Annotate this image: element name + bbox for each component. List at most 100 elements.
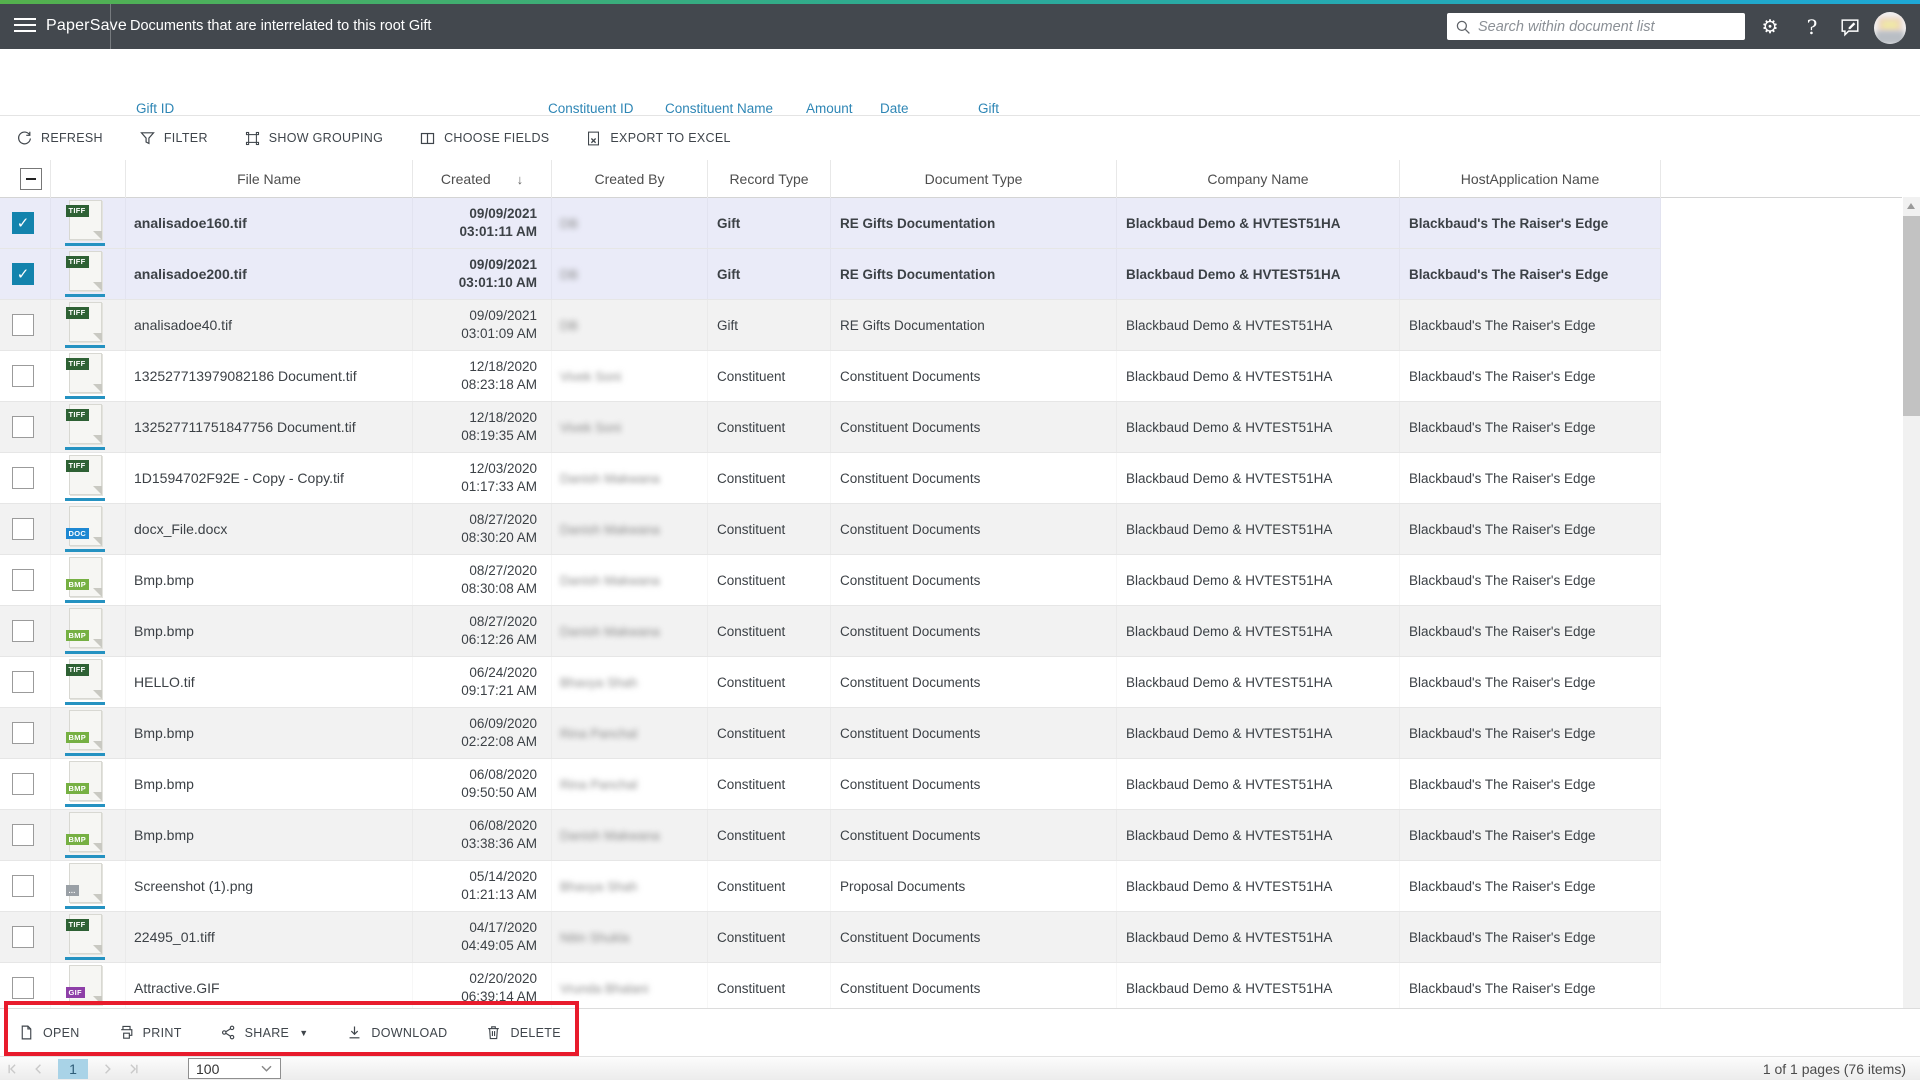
table-row[interactable]: ✓ TIFF analisadoe200.tif 09/09/2021 03:01:10… bbox=[0, 249, 1661, 300]
row-checkbox[interactable] bbox=[12, 926, 34, 948]
row-checkbox[interactable] bbox=[12, 824, 34, 846]
row-checkbox[interactable] bbox=[12, 416, 34, 438]
avatar[interactable] bbox=[1874, 12, 1906, 44]
file-type-icon-generic[interactable]: ... bbox=[65, 863, 105, 909]
show-grouping-button[interactable]: SHOW GROUPING bbox=[244, 130, 383, 147]
table-row[interactable]: TIFF 22495_01.tiff 04/17/2020 04:49:05 AM Ni… bbox=[0, 912, 1661, 963]
download-button[interactable]: DOWNLOAD bbox=[346, 1024, 447, 1041]
file-icon-underline bbox=[65, 957, 105, 960]
page-size-select[interactable]: 100 bbox=[188, 1058, 281, 1079]
help-icon[interactable]: ? bbox=[1800, 15, 1824, 39]
column-header-host-application-name[interactable]: HostApplication Name bbox=[1400, 160, 1661, 198]
next-page-button[interactable] bbox=[94, 1059, 120, 1079]
file-type-icon-bmp[interactable]: BMP bbox=[65, 557, 105, 603]
table-row[interactable]: BMP Bmp.bmp 06/09/2020 02:22:08 AM Rina Panc… bbox=[0, 708, 1661, 759]
record-type: Constituent bbox=[717, 674, 786, 690]
print-button[interactable]: PRINT bbox=[118, 1024, 182, 1041]
prev-page-button[interactable] bbox=[26, 1059, 52, 1079]
filter-button[interactable]: FILTER bbox=[139, 130, 208, 147]
table-row[interactable]: BMP Bmp.bmp 08/27/2020 06:12:26 AM Danish Ma… bbox=[0, 606, 1661, 657]
column-header-company-name[interactable]: Company Name bbox=[1117, 160, 1400, 198]
field-label: Gift ID bbox=[136, 101, 175, 116]
row-checkbox[interactable] bbox=[12, 569, 34, 591]
row-checkbox[interactable] bbox=[12, 314, 34, 336]
scrollbar-thumb[interactable] bbox=[1903, 216, 1920, 416]
feedback-icon[interactable] bbox=[1838, 15, 1862, 39]
host-application-name: Blackbaud's The Raiser's Edge bbox=[1409, 317, 1596, 333]
row-checkbox[interactable] bbox=[12, 365, 34, 387]
row-checkbox[interactable]: ✓ bbox=[12, 263, 34, 285]
table-row[interactable]: TIFF analisadoe40.tif 09/09/2021 03:01:09 A… bbox=[0, 300, 1661, 351]
table-row[interactable]: GIF Attractive.GIF 02/20/2020 06:39:14 AM Vr… bbox=[0, 963, 1661, 1014]
open-button[interactable]: OPEN bbox=[18, 1024, 80, 1041]
created-by-redacted: Danish Makwana bbox=[560, 623, 660, 639]
first-page-button[interactable] bbox=[0, 1059, 26, 1079]
delete-button[interactable]: DELETE bbox=[485, 1024, 561, 1041]
file-type-icon-bmp[interactable]: BMP bbox=[65, 761, 105, 807]
file-icon-underline bbox=[65, 651, 105, 654]
refresh-button[interactable]: REFRESH bbox=[16, 130, 103, 147]
file-type-icon-bmp[interactable]: BMP bbox=[65, 710, 105, 756]
row-checkbox[interactable] bbox=[12, 977, 34, 999]
table-row[interactable]: ... Screenshot (1).png 05/14/2020 01:21:13 … bbox=[0, 861, 1661, 912]
current-page-button[interactable]: 1 bbox=[58, 1058, 88, 1079]
search-input[interactable] bbox=[1478, 18, 1737, 35]
document-search-box[interactable] bbox=[1447, 13, 1745, 40]
created-by-redacted: Rina Panchal bbox=[560, 725, 638, 741]
last-page-button[interactable] bbox=[120, 1059, 146, 1079]
column-label: Company Name bbox=[1207, 171, 1309, 187]
row-checkbox[interactable] bbox=[12, 875, 34, 897]
table-row[interactable]: BMP Bmp.bmp 08/27/2020 08:30:08 AM Danish Ma… bbox=[0, 555, 1661, 606]
hamburger-menu-icon[interactable] bbox=[14, 18, 36, 34]
column-header-record-type[interactable]: Record Type bbox=[708, 160, 831, 198]
column-header-created[interactable]: Created ↓ bbox=[413, 160, 552, 198]
download-icon bbox=[346, 1024, 363, 1041]
row-checkbox[interactable]: ✓ bbox=[12, 212, 34, 234]
file-type-icon-tiff[interactable]: TIFF bbox=[65, 914, 105, 960]
table-row[interactable]: TIFF 132527711751847756 Document.tif 12/18… bbox=[0, 402, 1661, 453]
share-button[interactable]: SHARE ▼ bbox=[220, 1024, 309, 1041]
export-to-excel-button[interactable]: EXPORT TO EXCEL bbox=[585, 130, 730, 147]
choose-fields-button[interactable]: CHOOSE FIELDS bbox=[419, 130, 549, 147]
file-type-icon-tiff[interactable]: TIFF bbox=[65, 659, 105, 705]
table-row[interactable]: TIFF HELLO.tif 06/24/2020 09:17:21 AM Bhavya… bbox=[0, 657, 1661, 708]
document-type: RE Gifts Documentation bbox=[840, 215, 996, 231]
select-all-checkbox[interactable] bbox=[20, 168, 42, 190]
file-type-icon-gif[interactable]: GIF bbox=[65, 965, 105, 1011]
file-type-icon-tiff[interactable]: TIFF bbox=[65, 455, 105, 501]
file-type-icon-tiff[interactable]: TIFF bbox=[65, 353, 105, 399]
top-header-bar: PaperSave Documents that are interrelate… bbox=[0, 4, 1920, 49]
document-type: Constituent Documents bbox=[840, 368, 981, 384]
table-row[interactable]: TIFF 132527713979082186 Document.tif 12/18… bbox=[0, 351, 1661, 402]
table-row[interactable]: DOC docx_File.docx 08/27/2020 08:30:20 AM Da… bbox=[0, 504, 1661, 555]
file-type-icon-doc[interactable]: DOC bbox=[65, 506, 105, 552]
created-datetime: 09/09/2021 03:01:09 AM bbox=[461, 308, 537, 341]
file-icon-underline bbox=[65, 855, 105, 858]
file-type-icon-tiff[interactable]: TIFF bbox=[65, 302, 105, 348]
column-header-document-type[interactable]: Document Type bbox=[831, 160, 1117, 198]
table-row[interactable]: TIFF 1D1594702F92E - Copy - Copy.tif 12/03… bbox=[0, 453, 1661, 504]
row-checkbox[interactable] bbox=[12, 467, 34, 489]
table-row[interactable]: BMP Bmp.bmp 06/08/2020 09:50:50 AM Rina Panc… bbox=[0, 759, 1661, 810]
scrollbar-up-arrow-icon[interactable] bbox=[1907, 203, 1915, 209]
table-row[interactable]: BMP Bmp.bmp 06/08/2020 03:38:36 AM Danish Ma… bbox=[0, 810, 1661, 861]
row-checkbox[interactable] bbox=[12, 620, 34, 642]
file-type-icon-tiff[interactable]: TIFF bbox=[65, 200, 105, 246]
file-name: docx_File.docx bbox=[134, 521, 228, 537]
row-checkbox[interactable] bbox=[12, 671, 34, 693]
row-checkbox[interactable] bbox=[12, 773, 34, 795]
file-type-icon-bmp[interactable]: BMP bbox=[65, 608, 105, 654]
table-row[interactable]: ✓ TIFF analisadoe160.tif 09/09/2021 03:01:11… bbox=[0, 198, 1661, 249]
company-name: Blackbaud Demo & HVTEST51HA bbox=[1126, 827, 1333, 843]
delete-label: DELETE bbox=[510, 1025, 561, 1040]
row-checkbox[interactable] bbox=[12, 722, 34, 744]
file-type-icon-tiff[interactable]: TIFF bbox=[65, 251, 105, 297]
file-type-icon-bmp[interactable]: BMP bbox=[65, 812, 105, 858]
gear-icon[interactable]: ⚙ bbox=[1758, 15, 1782, 39]
column-header-file-name[interactable]: File Name bbox=[126, 160, 413, 198]
vertical-scrollbar[interactable] bbox=[1903, 197, 1920, 1056]
row-checkbox[interactable] bbox=[12, 518, 34, 540]
file-type-icon-tiff[interactable]: TIFF bbox=[65, 404, 105, 450]
grid-header-row: File Name Created ↓ Created By Record Type Do… bbox=[0, 160, 1902, 198]
column-header-created-by[interactable]: Created By bbox=[552, 160, 708, 198]
